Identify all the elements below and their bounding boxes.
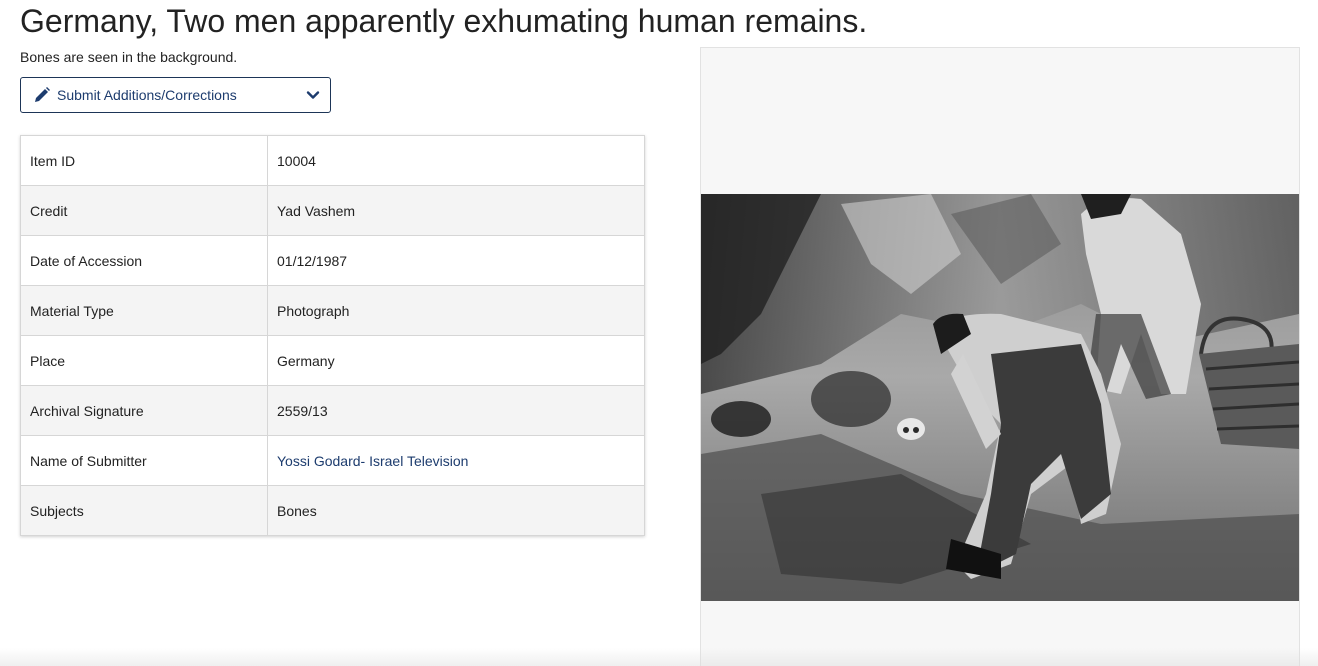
table-row: Place Germany [20,335,645,386]
image-viewer[interactable] [700,47,1300,666]
table-row: Date of Accession 01/12/1987 [20,235,645,286]
archival-signature-label: Archival Signature [20,385,268,436]
subjects-value: Bones [267,485,645,536]
submitter-cell: Yossi Godard- Israel Television [267,435,645,486]
chevron-down-icon[interactable] [306,88,320,102]
page-title: Germany, Two men apparently exhumating h… [20,3,868,39]
submitter-label: Name of Submitter [20,435,268,486]
page-subtitle: Bones are seen in the background. [20,49,238,65]
details-table: Item ID 10004 Credit Yad Vashem Date of … [20,135,645,536]
table-row: Archival Signature 2559/13 [20,385,645,436]
page: Germany, Two men apparently exhumating h… [0,0,1318,666]
table-row: Material Type Photograph [20,285,645,336]
pencil-icon [33,86,51,104]
submit-corrections-button[interactable]: Submit Additions/Corrections [20,77,331,113]
item-id-label: Item ID [20,135,268,186]
date-of-accession-label: Date of Accession [20,235,268,286]
table-row: Subjects Bones [20,485,645,536]
subjects-label: Subjects [20,485,268,536]
submitter-link[interactable]: Yossi Godard- Israel Television [277,453,468,469]
table-row: Name of Submitter Yossi Godard- Israel T… [20,435,645,486]
credit-value: Yad Vashem [267,185,645,236]
item-id-value: 10004 [267,135,645,186]
table-row: Item ID 10004 [20,135,645,186]
place-label: Place [20,335,268,386]
date-of-accession-value: 01/12/1987 [267,235,645,286]
place-value: Germany [267,335,645,386]
submit-corrections-label: Submit Additions/Corrections [57,87,237,103]
material-type-value: Photograph [267,285,645,336]
table-row: Credit Yad Vashem [20,185,645,236]
archival-photo[interactable] [701,194,1299,601]
material-type-label: Material Type [20,285,268,336]
credit-label: Credit [20,185,268,236]
archival-signature-value: 2559/13 [267,385,645,436]
